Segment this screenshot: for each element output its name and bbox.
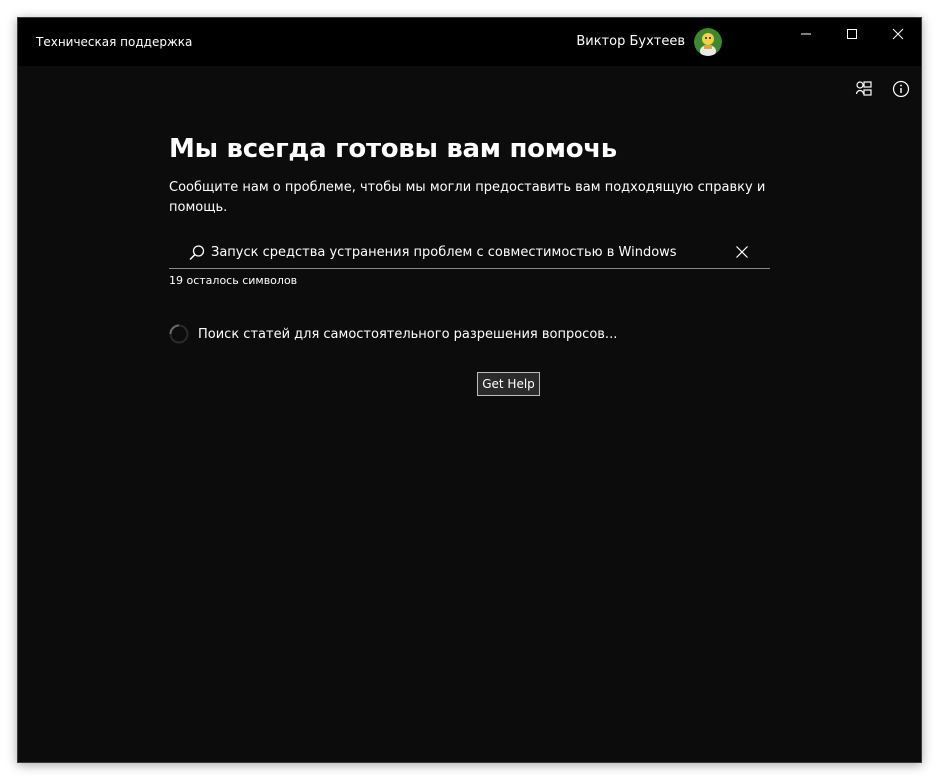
clear-search-button[interactable] [731, 241, 753, 263]
loading-spinner-icon [169, 324, 189, 344]
search-box [169, 238, 770, 269]
search-icon [188, 244, 206, 262]
page-title: Мы всегда готовы вам помочь [169, 134, 617, 164]
share-screen-icon[interactable] [853, 78, 875, 100]
maximize-button[interactable] [829, 18, 875, 50]
user-avatar-icon[interactable] [694, 28, 722, 56]
title-bar: Техническая поддержка Виктор Бухтеев [18, 18, 921, 66]
close-icon [892, 28, 904, 40]
char-counter: 19 осталось символов [169, 274, 298, 287]
maximize-icon [847, 29, 857, 39]
get-help-button[interactable]: Get Help [477, 372, 540, 396]
app-window: Техническая поддержка Виктор Бухтеев Мы … [17, 17, 922, 763]
loading-status-text: Поиск статей для самостоятельного разреш… [198, 327, 618, 342]
info-icon[interactable] [890, 78, 912, 100]
close-window-button[interactable] [875, 18, 921, 50]
minimize-button[interactable] [783, 18, 829, 50]
close-icon [736, 246, 748, 258]
search-input[interactable] [211, 241, 721, 263]
minimize-icon [801, 33, 811, 35]
page-subtitle: Сообщите нам о проблеме, чтобы мы могли … [169, 180, 766, 215]
user-name[interactable]: Виктор Бухтеев [576, 34, 685, 49]
app-title: Техническая поддержка [36, 35, 193, 49]
